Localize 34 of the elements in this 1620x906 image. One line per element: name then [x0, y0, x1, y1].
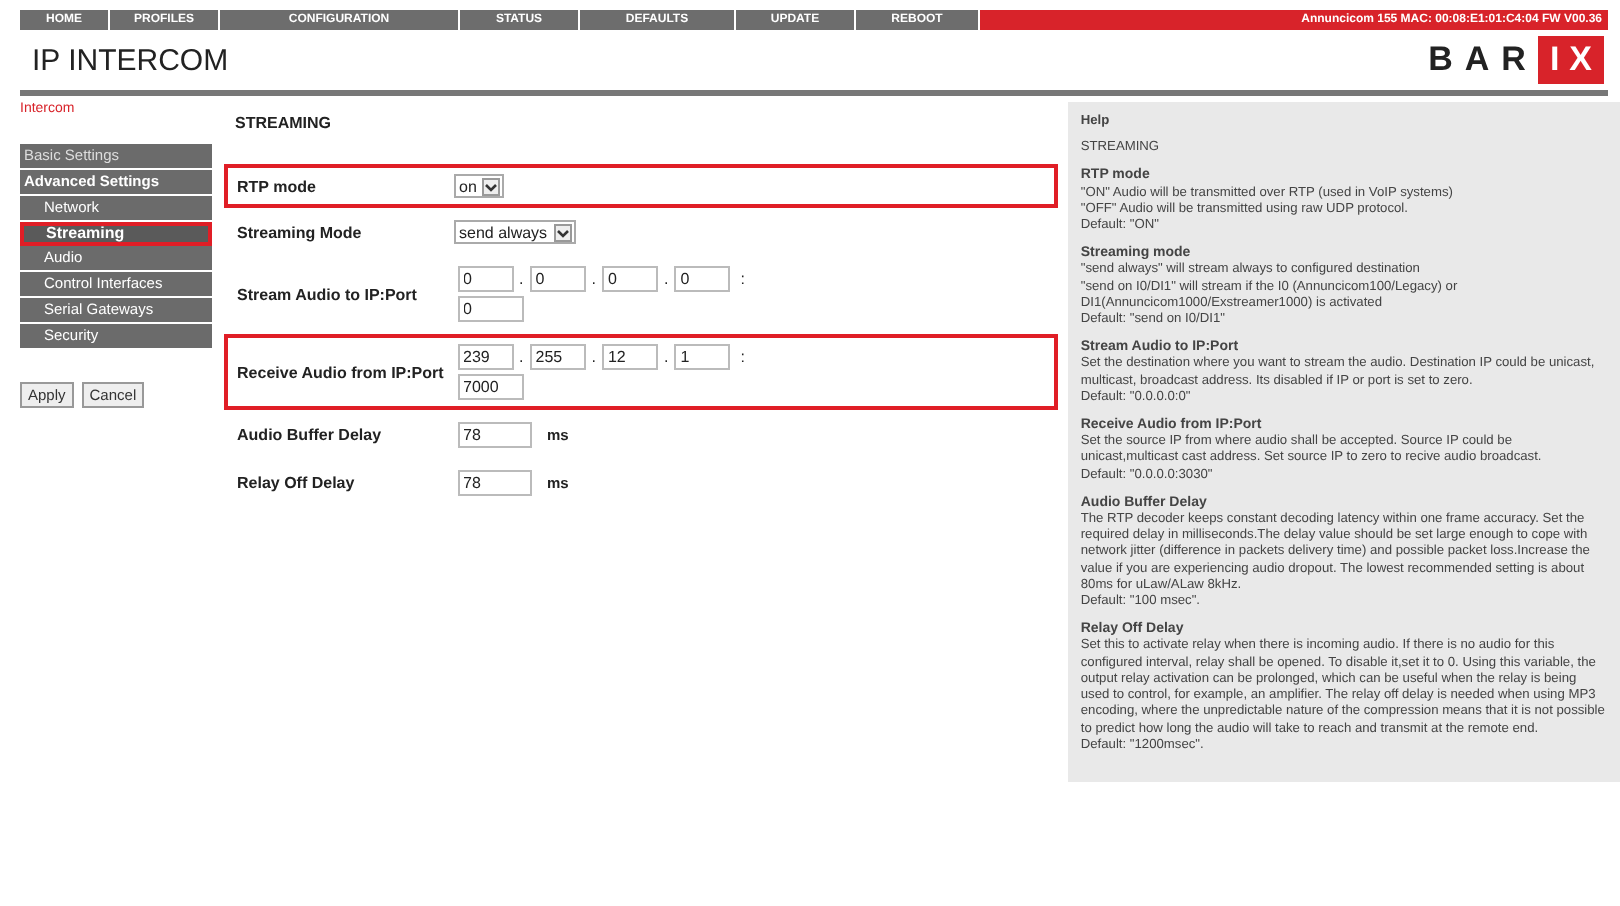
ip-octet-field[interactable]: 0	[674, 266, 731, 292]
input-field[interactable]: 78	[457, 422, 532, 448]
field-label: RTP mode	[237, 177, 318, 195]
ip-octet-field[interactable]: 0	[457, 266, 514, 292]
ip-octet-field[interactable]: 239	[457, 344, 514, 370]
ip-octet-field[interactable]: 12	[601, 344, 658, 370]
field-label: Receive Audio from IP:Port	[237, 363, 446, 381]
field-label: Stream Audio to IP:Port	[237, 285, 419, 303]
port-field[interactable]: 7000	[457, 374, 524, 400]
separator-colon: :	[740, 270, 745, 288]
sidebar-item[interactable]: Streaming	[20, 222, 212, 246]
dropdown[interactable]: on	[453, 174, 505, 198]
field-label: Streaming Mode	[237, 223, 364, 241]
separator-dot: .	[519, 270, 524, 288]
ip-octet-field[interactable]: 0	[601, 266, 658, 292]
chevron-down-icon	[482, 177, 501, 195]
ip-octet-field[interactable]: 255	[529, 344, 586, 370]
ip-octet-field[interactable]: 0	[529, 266, 586, 292]
dropdown[interactable]: send always	[453, 220, 576, 244]
separator-dot: .	[591, 348, 596, 366]
field-label: Audio Buffer Delay	[237, 426, 384, 444]
input-field[interactable]: 78	[457, 470, 532, 496]
ip-octet-field[interactable]: 1	[674, 344, 731, 370]
separator-dot: .	[591, 270, 596, 288]
separator-dot: .	[663, 270, 669, 288]
field-label: Relay Off Delay	[237, 474, 357, 492]
port-field[interactable]: 0	[457, 296, 524, 322]
section-title: STREAMING	[235, 114, 334, 132]
page-title: IP INTERCOM	[32, 43, 229, 77]
chevron-down-icon	[553, 223, 572, 241]
separator-dot: .	[663, 348, 669, 366]
separator-dot: .	[519, 348, 524, 366]
logo: BAR IX	[1428, 36, 1604, 84]
separator-colon: :	[740, 348, 745, 366]
